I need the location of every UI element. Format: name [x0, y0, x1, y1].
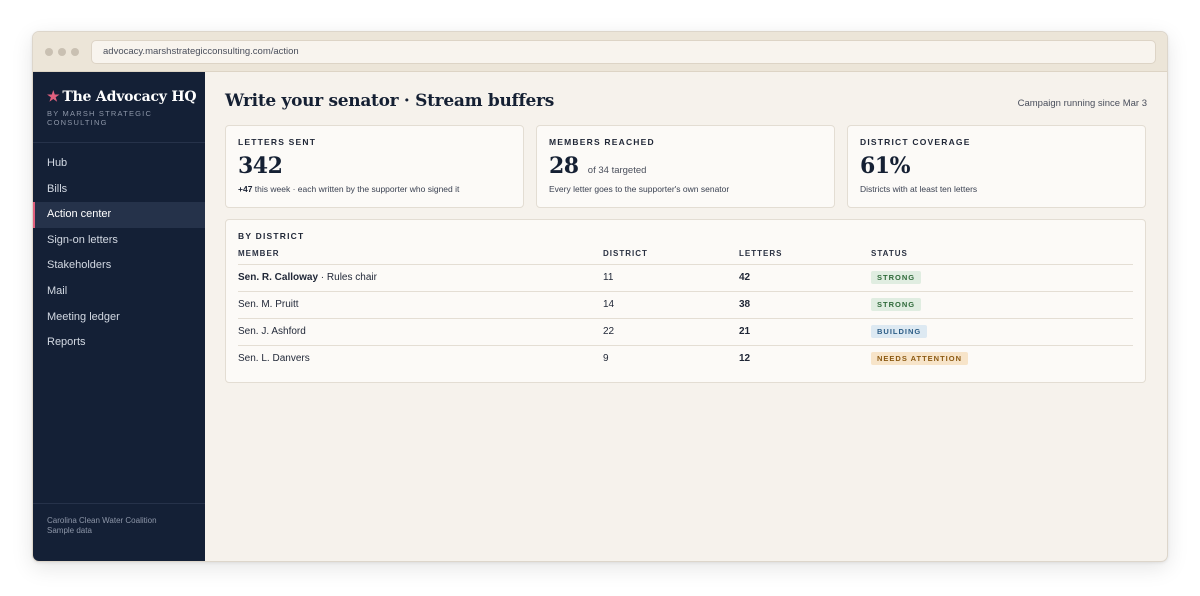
- card-value: 61%: [860, 153, 911, 179]
- card-note: Districts with at least ten letters: [860, 184, 978, 194]
- card-label: LETTERS SENT: [238, 137, 317, 147]
- letters-cell: 38: [739, 299, 751, 310]
- window-minimize-dot[interactable]: [58, 48, 66, 56]
- card-note-text: this week · each written by the supporte…: [252, 184, 460, 194]
- sidebar-nav: Hub Bills Action center Sign-on letters Stak…: [33, 151, 205, 356]
- window-maximize-dot[interactable]: [71, 48, 79, 56]
- brand-name: The Advocacy HQ: [62, 89, 197, 105]
- member-name: Sen. J. Ashford: [238, 326, 306, 337]
- targeted-count: of 34 targeted: [587, 165, 647, 176]
- window-close-dot[interactable]: [45, 48, 53, 56]
- brand[interactable]: ★ The Advocacy HQ BY MARSH STRATEGIC CONS…: [47, 89, 197, 127]
- campaign-running-note: Campaign running since Mar 3: [1017, 98, 1147, 109]
- members-reached-value: 28: [549, 153, 579, 179]
- star-icon: ★: [47, 89, 60, 105]
- column-header-letters[interactable]: LETTERS: [739, 249, 782, 258]
- table-row[interactable]: Sen. R. Calloway · Rules chair 11 42 STRONG: [238, 264, 1133, 291]
- status-badge: NEEDS ATTENTION: [871, 352, 969, 365]
- card-value: 342: [238, 153, 283, 179]
- main-content: Write your senator · Stream buffers Camp…: [205, 72, 1167, 561]
- member-cell: Sen. M. Pruitt: [238, 299, 299, 310]
- member-cell: Sen. J. Ashford: [238, 326, 306, 337]
- table-row[interactable]: Sen. J. Ashford 22 21 BUILDING: [238, 318, 1133, 345]
- sample-data-note: Sample data: [47, 526, 92, 535]
- member-cell: Sen. L. Danvers: [238, 353, 310, 364]
- card-note: Every letter goes to the supporter's own…: [549, 184, 730, 194]
- sidebar-item-meeting-ledger[interactable]: Meeting ledger: [33, 305, 205, 331]
- status-badge: STRONG: [871, 271, 922, 284]
- member-name: Sen. L. Danvers: [238, 353, 310, 364]
- district-cell: 22: [603, 326, 615, 337]
- card-value: 28 of 34 targeted: [549, 153, 646, 179]
- card-label: MEMBERS REACHED: [549, 137, 655, 147]
- members-reached-card: MEMBERS REACHED 28 of 34 targeted Every …: [536, 125, 835, 208]
- sidebar-item-bills[interactable]: Bills: [33, 177, 205, 203]
- status-badge: BUILDING: [871, 325, 928, 338]
- district-cell: 9: [603, 353, 609, 364]
- organization-name: Carolina Clean Water Coalition: [47, 516, 157, 525]
- card-label: DISTRICT COVERAGE: [860, 137, 971, 147]
- column-header-status[interactable]: STATUS: [871, 249, 908, 258]
- district-coverage-card: DISTRICT COVERAGE 61% Districts with at …: [847, 125, 1146, 208]
- sidebar-item-hub[interactable]: Hub: [33, 151, 205, 177]
- sidebar: ★ The Advocacy HQ BY MARSH STRATEGIC CONS…: [33, 72, 205, 561]
- address-bar[interactable]: advocacy.marshstrategicconsulting.com/ac…: [91, 40, 1156, 64]
- letters-sent-value: 342: [238, 153, 283, 179]
- table-row[interactable]: Sen. M. Pruitt 14 38 STRONG: [238, 291, 1133, 318]
- column-header-member[interactable]: MEMBER: [238, 249, 280, 258]
- sidebar-item-action-center[interactable]: Action center: [33, 202, 205, 228]
- by-district-table: BY DISTRICT MEMBER DISTRICT LETTERS STAT…: [225, 219, 1146, 383]
- member-role: · Rules chair: [318, 272, 377, 283]
- member-cell: Sen. R. Calloway · Rules chair: [238, 272, 377, 283]
- sidebar-footer: Carolina Clean Water Coalition Sample da…: [47, 516, 157, 536]
- weekly-increase: +47: [238, 184, 253, 194]
- member-name: Sen. R. Calloway: [238, 272, 319, 283]
- sidebar-item-sign-on-letters[interactable]: Sign-on letters: [33, 228, 205, 254]
- letters-cell: 21: [739, 326, 751, 337]
- sidebar-item-reports[interactable]: Reports: [33, 330, 205, 356]
- district-cell: 11: [603, 272, 614, 283]
- card-note: +47 this week · each written by the supp…: [238, 184, 459, 194]
- table-row[interactable]: Sen. L. Danvers 9 12 NEEDS ATTENTION: [238, 345, 1133, 372]
- brand-title: ★ The Advocacy HQ: [47, 89, 197, 105]
- sidebar-divider: [33, 142, 205, 143]
- district-cell: 14: [603, 299, 615, 310]
- status-badge: STRONG: [871, 298, 922, 311]
- sidebar-item-mail[interactable]: Mail: [33, 279, 205, 305]
- district-coverage-value: 61%: [860, 153, 911, 179]
- letters-cell: 12: [739, 353, 751, 364]
- member-name: Sen. M. Pruitt: [238, 299, 299, 310]
- brand-subtitle: BY MARSH STRATEGIC CONSULTING: [47, 109, 153, 127]
- table-title: BY DISTRICT: [238, 231, 305, 241]
- sidebar-footer-divider: [33, 503, 205, 504]
- browser-window: advocacy.marshstrategicconsulting.com/ac…: [32, 31, 1168, 562]
- sidebar-item-stakeholders[interactable]: Stakeholders: [33, 253, 205, 279]
- page-title: Write your senator · Stream buffers: [225, 91, 554, 111]
- letters-sent-card: LETTERS SENT 342 +47 this week · each wr…: [225, 125, 524, 208]
- column-header-district[interactable]: DISTRICT: [603, 249, 648, 258]
- letters-cell: 42: [739, 272, 751, 283]
- browser-chrome: advocacy.marshstrategicconsulting.com/ac…: [33, 32, 1167, 72]
